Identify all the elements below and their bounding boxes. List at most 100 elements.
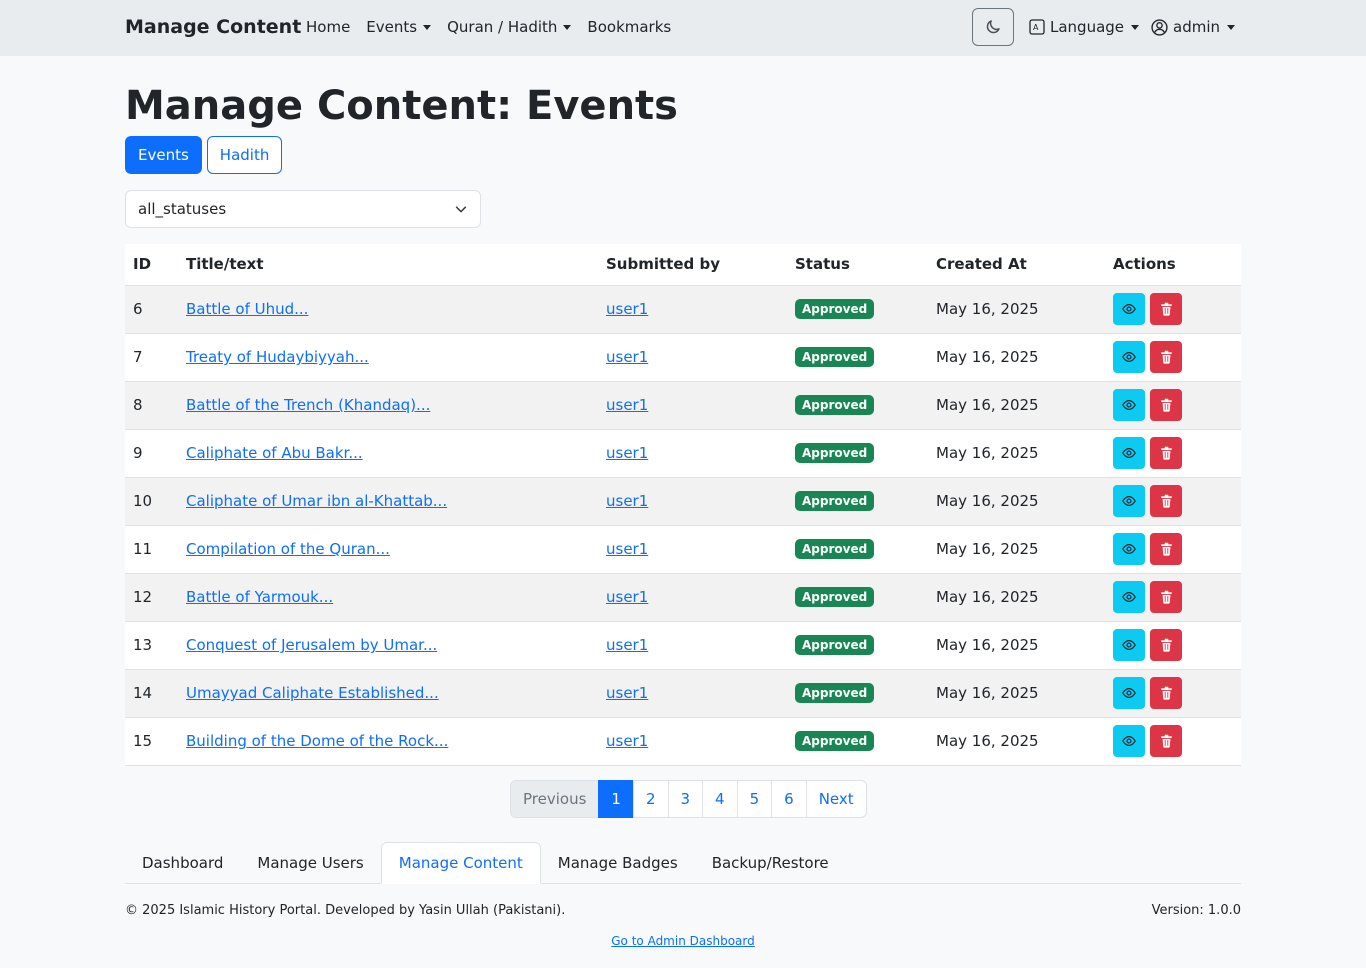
column-header-created-at: Created At [928, 244, 1105, 286]
status-badge: Approved [795, 635, 875, 655]
pagination-page-6[interactable]: 6 [771, 780, 807, 818]
title-link[interactable]: Battle of the Trench (Khandaq)... [186, 396, 430, 414]
title-link[interactable]: Caliphate of Abu Bakr... [186, 444, 363, 462]
pagination-previous[interactable]: Previous [510, 780, 600, 818]
theme-toggle-button[interactable] [972, 8, 1014, 46]
view-button[interactable] [1113, 677, 1145, 709]
title-link[interactable]: Umayyad Caliphate Established... [186, 684, 439, 702]
pagination-page-2[interactable]: 2 [632, 780, 669, 818]
user-link[interactable]: user1 [606, 588, 648, 606]
admin-tab-dashboard[interactable]: Dashboard [125, 842, 240, 884]
table-row: 9 Caliphate of Abu Bakr... user1 Approved Ma… [125, 429, 1241, 478]
title-link[interactable]: Compilation of the Quran... [186, 540, 390, 558]
cell-actions [1105, 621, 1241, 670]
user-link[interactable]: user1 [606, 492, 648, 510]
pagination-page-5[interactable]: 5 [736, 780, 773, 818]
title-link[interactable]: Building of the Dome of the Rock... [186, 732, 448, 750]
pagination-page-4[interactable]: 4 [702, 780, 738, 818]
view-button[interactable] [1113, 581, 1145, 613]
trash-icon [1160, 686, 1172, 700]
trash-icon [1160, 638, 1172, 652]
user-link[interactable]: user1 [606, 636, 648, 654]
translate-icon: A [1029, 19, 1045, 35]
user-link[interactable]: user1 [606, 300, 648, 318]
nav-item-home[interactable]: Home [306, 18, 350, 36]
view-button[interactable] [1113, 533, 1145, 565]
language-dropdown[interactable]: A Language [1029, 18, 1140, 36]
table-row: 13 Conquest of Jerusalem by Umar... user1 A… [125, 621, 1241, 670]
nav-item-events[interactable]: Events [366, 18, 432, 36]
cell-created-at: May 16, 2025 [928, 669, 1105, 718]
page-title: Manage Content: Events [125, 83, 678, 129]
table-row: 15 Building of the Dome of the Rock... use… [125, 717, 1241, 766]
title-link[interactable]: Caliphate of Umar ibn al-Khattab... [186, 492, 447, 510]
delete-button[interactable] [1150, 341, 1182, 373]
navbar-brand[interactable]: Manage Content [125, 16, 301, 38]
admin-tab-manage-badges[interactable]: Manage Badges [541, 842, 695, 884]
admin-dashboard-link[interactable]: Go to Admin Dashboard [611, 934, 754, 948]
cell-submitted-by: user1 [598, 621, 787, 670]
cell-created-at: May 16, 2025 [928, 477, 1105, 526]
user-link[interactable]: user1 [606, 540, 648, 558]
delete-button[interactable] [1150, 533, 1182, 565]
status-badge: Approved [795, 299, 875, 319]
view-button[interactable] [1113, 437, 1145, 469]
delete-button[interactable] [1150, 725, 1182, 757]
admin-tab-backup-restore[interactable]: Backup/Restore [695, 842, 846, 884]
events-tab-button[interactable]: Events [125, 136, 202, 174]
pagination-page-1[interactable]: 1 [598, 780, 634, 818]
cell-title: Compilation of the Quran... [178, 525, 598, 574]
view-button[interactable] [1113, 485, 1145, 517]
cell-status: Approved [787, 477, 928, 526]
cell-actions [1105, 477, 1241, 526]
pagination-page-3[interactable]: 3 [667, 780, 704, 818]
hadith-tab-button[interactable]: Hadith [206, 136, 283, 174]
user-link[interactable]: user1 [606, 444, 648, 462]
view-button[interactable] [1113, 725, 1145, 757]
admin-tab-manage-content[interactable]: Manage Content [380, 842, 541, 884]
view-button[interactable] [1113, 389, 1145, 421]
title-link[interactable]: Battle of Yarmouk... [186, 588, 333, 606]
chevron-down-icon [455, 206, 467, 213]
cell-status: Approved [787, 621, 928, 670]
pagination-next[interactable]: Next [805, 780, 867, 818]
nav-item-bookmarks[interactable]: Bookmarks [587, 18, 671, 36]
cell-submitted-by: user1 [598, 477, 787, 526]
column-header-status: Status [787, 244, 928, 286]
cell-submitted-by: user1 [598, 717, 787, 766]
cell-actions [1105, 333, 1241, 382]
cell-submitted-by: user1 [598, 285, 787, 334]
caret-down-icon [563, 24, 572, 30]
delete-button[interactable] [1150, 581, 1182, 613]
user-link[interactable]: user1 [606, 348, 648, 366]
nav-item-quran-hadith[interactable]: Quran / Hadith [447, 18, 572, 36]
view-button[interactable] [1113, 341, 1145, 373]
eye-icon [1122, 304, 1136, 314]
status-filter-select[interactable]: all_statuses [125, 190, 481, 228]
trash-icon [1160, 494, 1172, 508]
user-link[interactable]: user1 [606, 684, 648, 702]
eye-icon [1122, 688, 1136, 698]
cell-actions [1105, 381, 1241, 430]
user-link[interactable]: user1 [606, 732, 648, 750]
column-header-id: ID [125, 244, 178, 286]
user-link[interactable]: user1 [606, 396, 648, 414]
title-link[interactable]: Battle of Uhud... [186, 300, 308, 318]
trash-icon [1160, 590, 1172, 604]
delete-button[interactable] [1150, 437, 1182, 469]
cell-actions [1105, 669, 1241, 718]
title-link[interactable]: Treaty of Hudaybiyyah... [186, 348, 369, 366]
delete-button[interactable] [1150, 293, 1182, 325]
delete-button[interactable] [1150, 677, 1182, 709]
cell-status: Approved [787, 573, 928, 622]
delete-button[interactable] [1150, 485, 1182, 517]
view-button[interactable] [1113, 629, 1145, 661]
delete-button[interactable] [1150, 389, 1182, 421]
admin-tab-manage-users[interactable]: Manage Users [240, 842, 380, 884]
cell-submitted-by: user1 [598, 429, 787, 478]
user-dropdown[interactable]: admin [1151, 18, 1235, 36]
title-link[interactable]: Conquest of Jerusalem by Umar... [186, 636, 437, 654]
status-badge: Approved [795, 443, 875, 463]
view-button[interactable] [1113, 293, 1145, 325]
delete-button[interactable] [1150, 629, 1182, 661]
